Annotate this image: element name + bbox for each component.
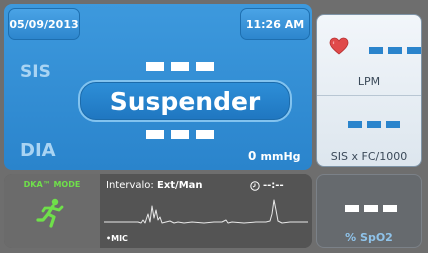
vitals-panel[interactable]: LPM SIS x FC/1000 <box>316 14 422 167</box>
sis-label: SIS <box>20 62 51 82</box>
heart-rate-unit: LPM <box>357 75 381 88</box>
suspend-button[interactable]: Suspender <box>78 80 292 122</box>
sis-fc-label: SIS x FC/1000 <box>330 150 408 163</box>
interval-prefix: Intervalo: <box>106 180 154 191</box>
ecg-trace <box>104 199 308 224</box>
cuff-pressure-unit: mmHg <box>260 150 301 163</box>
sis-value-placeholder <box>146 62 214 71</box>
runner-icon <box>36 198 64 228</box>
sis-fc-placeholder <box>348 121 400 128</box>
dia-value-placeholder <box>146 130 214 139</box>
interval-label: Intervalo: Ext/Man <box>106 180 203 191</box>
time-tab[interactable]: 11:26 AM <box>240 8 310 40</box>
time-text: 11:26 AM <box>245 17 305 31</box>
spo2-panel[interactable]: % SpO2 <box>316 174 422 248</box>
heart-icon <box>329 37 349 55</box>
dia-label: DIA <box>20 140 56 161</box>
dka-mode-section[interactable]: DKA™ MODE <box>4 174 100 248</box>
dka-mode-label: DKA™ MODE <box>23 180 81 189</box>
heart-rate-placeholder <box>369 47 421 54</box>
vitals-divider <box>317 95 421 96</box>
spo2-label: % SpO2 <box>345 231 393 244</box>
ecg-waveform-area: Intervalo: Ext/Man --:-- •MIC <box>100 174 312 248</box>
spo2-value-placeholder <box>345 205 397 212</box>
interval-timer: --:-- <box>250 180 284 191</box>
date-text: 05/09/2013 <box>9 17 79 31</box>
interval-value: Ext/Man <box>156 180 203 191</box>
clock-icon <box>250 180 260 191</box>
date-tab[interactable]: 05/09/2013 <box>8 8 80 40</box>
cuff-pressure-value: 0 <box>248 149 257 163</box>
dka-panel[interactable]: DKA™ MODE Intervalo: Ext/Man --:-- •MIC <box>4 174 312 248</box>
monitor-screen: 05/09/2013 11:26 AM SIS Suspender DIA 0 … <box>0 0 428 253</box>
nibp-panel: 05/09/2013 11:26 AM SIS Suspender DIA 0 … <box>4 4 312 170</box>
cuff-pressure-readout: 0 mmHg <box>248 149 301 163</box>
mic-label: •MIC <box>106 234 128 243</box>
timer-value: --:-- <box>263 180 284 191</box>
